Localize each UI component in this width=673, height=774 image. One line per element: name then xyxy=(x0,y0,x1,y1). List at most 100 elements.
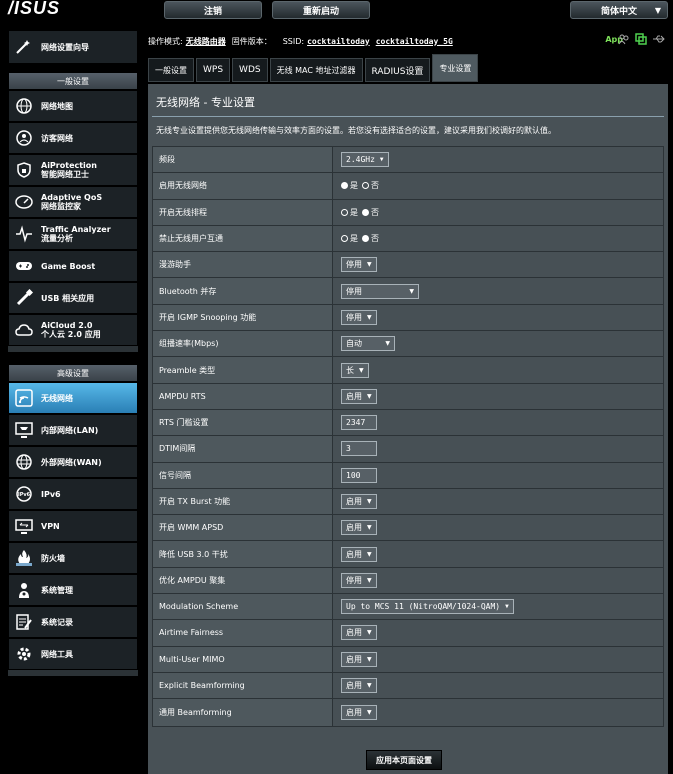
setting-select[interactable]: Up to MCS 11 (NitroQAM/1024-QAM) ▼ xyxy=(341,599,514,615)
sidebar-item-lan[interactable]: 内部网络(LAN) xyxy=(8,414,138,446)
sidebar-item-vpn[interactable]: VPN xyxy=(8,510,138,542)
setting-select[interactable]: 启用 ▼ xyxy=(341,704,377,720)
tab-4[interactable]: RADIUS设置 xyxy=(364,58,431,82)
language-select[interactable]: 简体中文 ▼ xyxy=(570,1,668,19)
apply-button[interactable]: 应用本页面设置 xyxy=(366,750,442,770)
sidebar-item-ipv6[interactable]: IPv6 IPv6 xyxy=(8,478,138,510)
mode-link[interactable]: 无线路由器 xyxy=(186,36,226,47)
radio-dot xyxy=(341,182,348,190)
gauge-icon xyxy=(15,193,33,211)
tab-5[interactable]: 专业设置 xyxy=(432,54,479,82)
select-value: 启用 xyxy=(346,523,362,533)
setting-row: 通用 Beamforming 启用 ▼ xyxy=(153,699,663,726)
setting-select[interactable]: 长 ▼ xyxy=(341,362,369,378)
sidebar-item-admin[interactable]: 系统管理 xyxy=(8,574,138,606)
chevron-down-icon: ▼ xyxy=(367,261,372,269)
radio-yes[interactable]: 是 xyxy=(341,207,358,218)
setting-select[interactable]: 启用 ▼ xyxy=(341,625,377,641)
copy-icon[interactable] xyxy=(635,33,647,47)
radio-yes[interactable]: 是 xyxy=(341,233,358,244)
sidebar-item-label: 防火墙 xyxy=(41,554,65,563)
setting-label: DTIM间隔 xyxy=(153,436,333,462)
radio-no[interactable]: 否 xyxy=(362,233,379,244)
globe-icon xyxy=(15,97,33,115)
tab-2[interactable]: WDS xyxy=(232,58,268,82)
setting-select[interactable]: 启用 ▼ xyxy=(341,494,377,509)
reboot-button[interactable]: 重新启动 xyxy=(272,1,370,19)
setting-value-cell: 启用 ▼ xyxy=(333,383,663,409)
settings-table: 频段 2.4GHz ▼ 启用无线网络是否开启无线排程是否禁止无线用户互通是否漫游助手停… xyxy=(152,146,664,727)
firmware-label: 固件版本： xyxy=(231,36,272,46)
radio-no[interactable]: 否 xyxy=(362,207,379,218)
setting-value-cell: 100 xyxy=(333,462,663,488)
ssid-5g-link[interactable]: cocktailtoday_5G xyxy=(376,37,453,46)
chevron-down-icon: ▼ xyxy=(367,392,372,400)
language-label: 简体中文 xyxy=(601,6,638,17)
setting-select[interactable]: 启用 ▼ xyxy=(341,520,377,536)
setting-text-input[interactable]: 100 xyxy=(341,467,377,483)
sidebar-item-cloud[interactable]: AiCloud 2.0 个人云 2.0 应用 xyxy=(8,314,138,346)
setting-value-cell: 2.4GHz ▼ xyxy=(333,147,663,173)
sidebar-item-label: Adaptive QoS 网络监控家 xyxy=(41,193,102,211)
setting-row: Explicit Beamforming 启用 ▼ xyxy=(153,672,663,700)
tab-0[interactable]: 一般设置 xyxy=(148,58,194,82)
chevron-down-icon: ▼ xyxy=(505,603,509,611)
setting-select[interactable]: 停用 ▼ xyxy=(341,283,419,299)
sidebar-item-shield[interactable]: AiProtection 智能网络卫士 xyxy=(8,154,138,186)
select-value: 停用 xyxy=(346,312,362,322)
chevron-down-icon: ▼ xyxy=(367,682,372,690)
radio-dot xyxy=(362,182,369,190)
setting-select[interactable]: 启用 ▼ xyxy=(341,651,377,667)
setting-select[interactable]: 停用 ▼ xyxy=(341,257,377,273)
setting-select[interactable]: 停用 ▼ xyxy=(341,572,377,588)
select-value: 启用 xyxy=(346,681,362,691)
sidebar-item-gamepad[interactable]: Game Boost xyxy=(8,250,138,282)
chevron-down-icon: ▼ xyxy=(385,340,390,348)
tab-1[interactable]: WPS xyxy=(196,58,231,82)
sidebar-item-usb[interactable]: USB 相关应用 xyxy=(8,282,138,314)
radio-yes[interactable]: 是 xyxy=(341,180,358,191)
select-value: 停用 xyxy=(346,575,362,585)
select-value: 2.4GHz xyxy=(346,155,375,165)
pulse-icon xyxy=(15,225,33,243)
sidebar-item-wizard[interactable]: 网络设置向导 xyxy=(8,30,138,64)
setting-text-input[interactable]: 2347 xyxy=(341,415,377,431)
select-value: 停用 xyxy=(346,286,362,296)
setting-label: Explicit Beamforming xyxy=(153,672,333,699)
sidebar-item-guest[interactable]: 访客网络 xyxy=(8,122,138,154)
wifi-icon xyxy=(15,389,33,407)
setting-select[interactable]: 启用 ▼ xyxy=(341,388,377,404)
sidebar-item-firewall[interactable]: 防火墙 xyxy=(8,542,138,574)
setting-row: Preamble 类型长 ▼ xyxy=(153,357,663,384)
select-value: 停用 xyxy=(346,260,362,270)
setting-row: 开启 IGMP Snooping 功能 停用 ▼ xyxy=(153,304,663,332)
title-divider xyxy=(152,116,664,117)
sidebar-item-pulse[interactable]: Traffic Analyzer 流量分析 xyxy=(8,218,138,250)
sidebar-item-gauge[interactable]: Adaptive QoS 网络监控家 xyxy=(8,186,138,218)
sidebar-item-wifi[interactable]: 无线网络 xyxy=(8,382,138,414)
setting-value-cell: 停用 ▼ xyxy=(333,252,663,278)
sidebar-item-tools[interactable]: 网络工具 xyxy=(8,638,138,670)
setting-row: 开启 TX Burst 功能 启用 ▼ xyxy=(153,488,663,516)
sidebar-item-wan[interactable]: 外部网络(WAN) xyxy=(8,446,138,478)
ssid-24g-link[interactable]: cocktailtoday xyxy=(307,37,370,46)
setting-select[interactable]: 启用 ▼ xyxy=(341,546,377,562)
setting-select[interactable]: 启用 ▼ xyxy=(341,678,377,694)
sidebar-item-label: IPv6 xyxy=(41,490,61,499)
setting-text-input[interactable]: 3 xyxy=(341,441,377,457)
usb-status-icon[interactable] xyxy=(652,33,666,47)
logout-button[interactable]: 注销 xyxy=(164,1,262,19)
setting-label: 信号间隔 xyxy=(153,462,333,488)
setting-row: Multi-User MIMO 启用 ▼ xyxy=(153,646,663,673)
setting-row: 开启无线排程是否 xyxy=(153,199,663,226)
radio-no[interactable]: 否 xyxy=(362,180,379,191)
setting-select[interactable]: 停用 ▼ xyxy=(341,309,377,325)
setting-value-cell: 启用 ▼ xyxy=(333,515,663,541)
users-icon[interactable] xyxy=(618,33,630,47)
setting-select[interactable]: 2.4GHz ▼ xyxy=(341,152,389,168)
setting-select[interactable]: 自动 ▼ xyxy=(341,336,395,352)
sidebar-item-log[interactable]: 系统记录 xyxy=(8,606,138,638)
sidebar-item-globe[interactable]: 网络地图 xyxy=(8,90,138,122)
setting-row: 组播速率(Mbps) 自动 ▼ xyxy=(153,331,663,358)
tab-3[interactable]: 无线 MAC 地址过滤器 xyxy=(269,58,363,82)
